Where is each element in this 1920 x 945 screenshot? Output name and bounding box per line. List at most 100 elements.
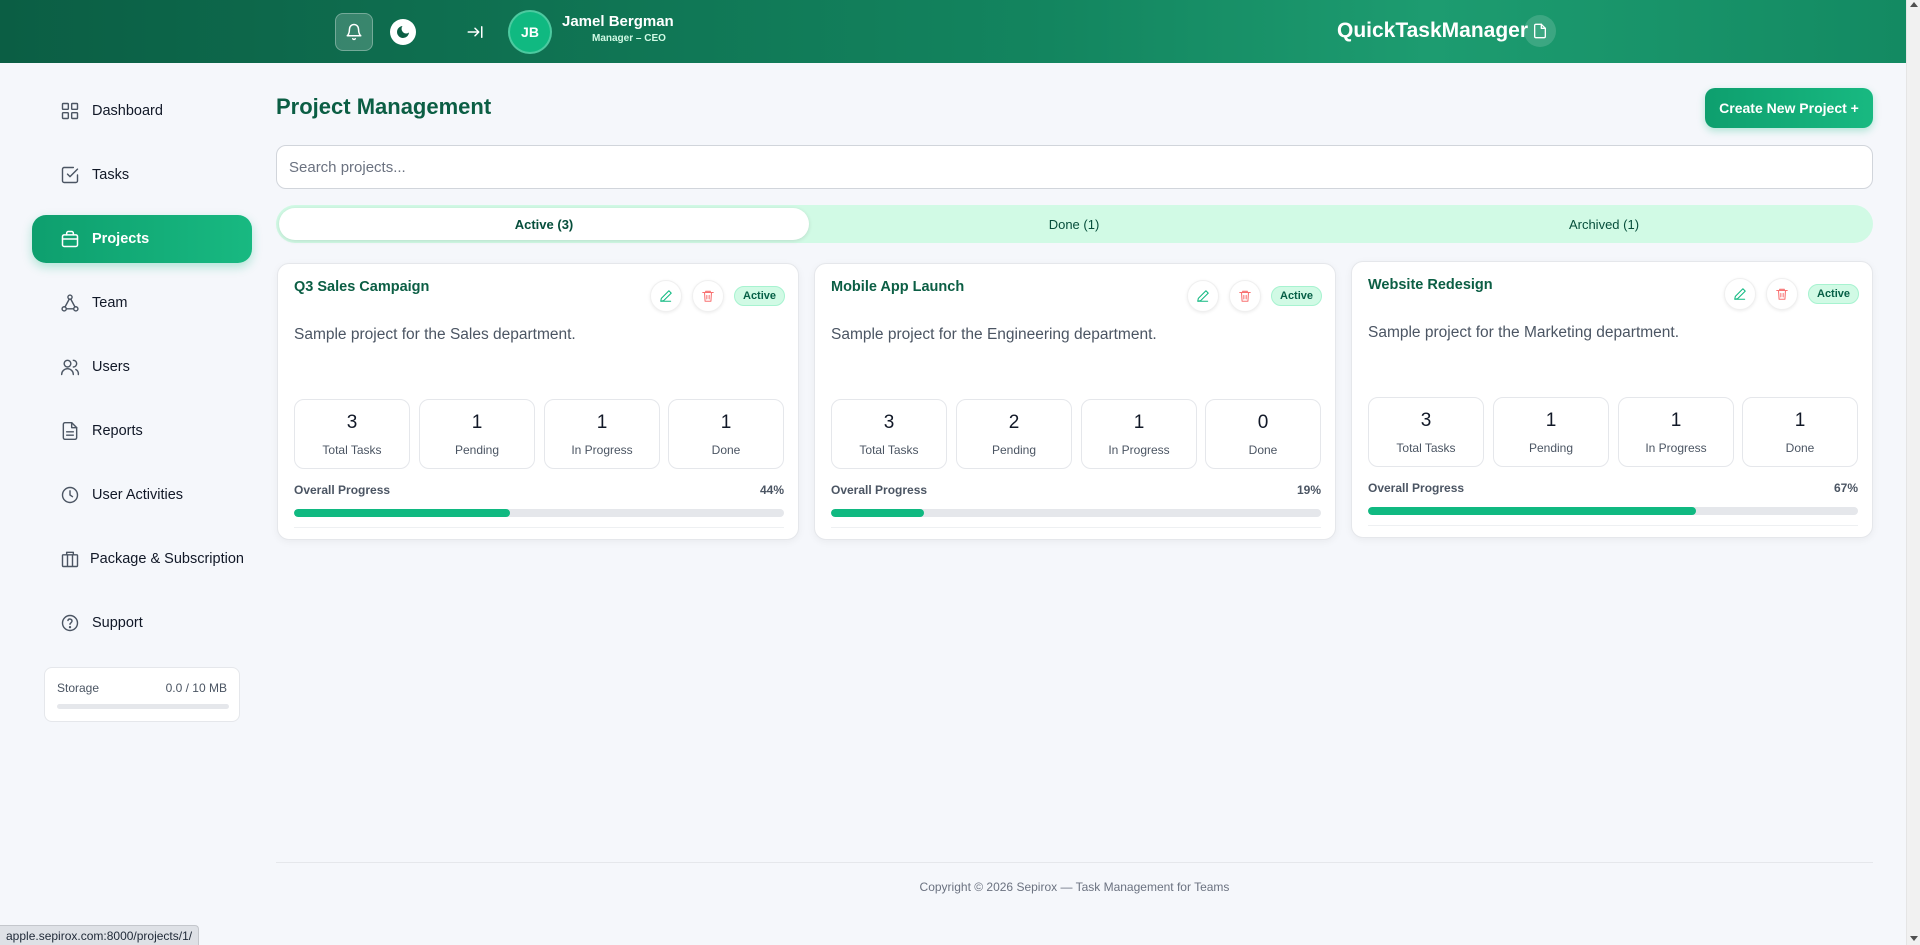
status-badge: Active [1808,284,1860,304]
checkbox-icon [61,166,79,184]
footer-divider [276,862,1873,863]
logout-button[interactable] [461,19,489,45]
storage-value: 0.0 / 10 MB [165,681,227,695]
stat-value: 1 [720,412,732,433]
delete-button[interactable] [1229,280,1261,312]
pencil-icon [1734,288,1746,300]
tab-active[interactable]: Active (3) [279,208,809,240]
user-role: Manager – CEO [592,33,666,44]
sidebar-item-package-subscription[interactable]: Package & Subscription [32,535,252,583]
page-title: Project Management [276,94,492,119]
storage-label: Storage [57,681,100,695]
moon-icon [397,26,409,38]
project-card[interactable]: Q3 Sales Campaign Active Sample project … [277,263,799,540]
scroll-up-arrow[interactable] [1910,2,1918,7]
progress-track [1368,507,1858,515]
stat-in-progress: 1 In Progress [1081,399,1197,469]
sidebar-item-label: Reports [92,423,143,439]
progress-fill [1368,507,1697,515]
sidebar-item-label: Support [92,615,143,631]
progress-percent: 44% [759,483,784,497]
create-project-button[interactable]: Create New Project + [1705,88,1873,128]
help-circle-icon [61,614,79,632]
edit-button[interactable] [650,280,682,312]
brand-name: QuickTaskManager [1337,19,1529,42]
trash-icon [1776,288,1788,300]
progress-percent: 19% [1296,483,1321,497]
notification-button[interactable] [335,13,373,51]
user-name: Jamel Bergman [562,13,674,30]
stat-done: 1 Done [668,399,784,469]
logout-icon [467,26,483,38]
stat-value: 1 [1545,410,1557,431]
sidebar-item-label: Package & Subscription [90,551,244,567]
delete-button[interactable] [1766,278,1798,310]
stat-value: 1 [471,412,483,433]
progress-label: Overall Progress [294,483,391,497]
storage-bar [57,704,229,709]
grid-icon [61,102,79,120]
sidebar-item-team[interactable]: Team [32,279,252,327]
card-divider [294,527,784,528]
progress-fill [831,509,925,517]
stat-value: 1 [1133,412,1145,433]
project-description: Sample project for the Marketing departm… [1368,324,1680,341]
pencil-icon [1197,290,1209,302]
project-description: Sample project for the Sales department. [294,326,576,343]
project-title[interactable]: Website Redesign [1368,277,1493,293]
sidebar-item-reports[interactable]: Reports [32,407,252,455]
sidebar-item-support[interactable]: Support [32,599,252,647]
sidebar-item-projects[interactable]: Projects [32,215,252,263]
users-icon [60,359,80,376]
stat-label: In Progress [1645,441,1707,455]
stat-label: Pending [991,443,1037,457]
stat-label: Pending [454,443,500,457]
delete-button[interactable] [692,280,724,312]
brand-logo[interactable] [1524,15,1556,47]
stat-label: Total Tasks [859,443,919,457]
stat-label: In Progress [571,443,633,457]
document-icon [62,421,78,441]
status-bar-url: apple.sepirox.com:8000/projects/1/ [0,925,200,945]
trash-icon [702,290,714,302]
theme-toggle-button[interactable] [390,19,416,45]
progress-track [294,509,784,517]
stat-pending: 1 Pending [419,399,535,469]
stat-total: 3 Total Tasks [294,399,410,469]
sidebar-item-user-activities[interactable]: User Activities [32,471,252,519]
vertical-scrollbar[interactable] [1906,0,1920,945]
stat-label: In Progress [1108,443,1170,457]
edit-button[interactable] [1724,278,1756,310]
stat-label: Pending [1528,441,1574,455]
progress-track [831,509,1321,517]
status-badge: Active [734,286,786,306]
sidebar-item-dashboard[interactable]: Dashboard [32,87,252,135]
package-icon [61,551,79,568]
stat-value: 3 [346,412,358,433]
search-input[interactable] [276,145,1873,189]
edit-button[interactable] [1187,280,1219,312]
scroll-down-arrow[interactable] [1910,936,1918,941]
card-divider [831,527,1321,528]
tab-done[interactable]: Done (1) [809,208,1339,240]
stat-done: 0 Done [1205,399,1321,469]
stat-value: 0 [1257,412,1269,433]
sidebar-item-tasks[interactable]: Tasks [32,151,252,199]
avatar[interactable]: JB [508,10,552,54]
status-badge: Active [1271,286,1323,306]
tab-archived[interactable]: Archived (1) [1339,208,1869,240]
sidebar-item-label: Team [92,295,128,311]
file-icon [1534,23,1546,39]
project-card[interactable]: Mobile App Launch Active Sample project … [814,263,1336,540]
sidebar-item-users[interactable]: Users [32,343,252,391]
sidebar-item-label: Users [92,359,130,375]
project-title[interactable]: Mobile App Launch [831,279,964,295]
stat-total: 3 Total Tasks [831,399,947,469]
project-card[interactable]: Website Redesign Active Sample project f… [1351,261,1873,538]
team-network-icon [61,294,79,312]
pencil-icon [660,290,672,302]
clock-icon [61,486,79,504]
project-title[interactable]: Q3 Sales Campaign [294,279,429,295]
sidebar-item-label: Projects [92,231,150,247]
stat-done: 1 Done [1742,397,1858,467]
